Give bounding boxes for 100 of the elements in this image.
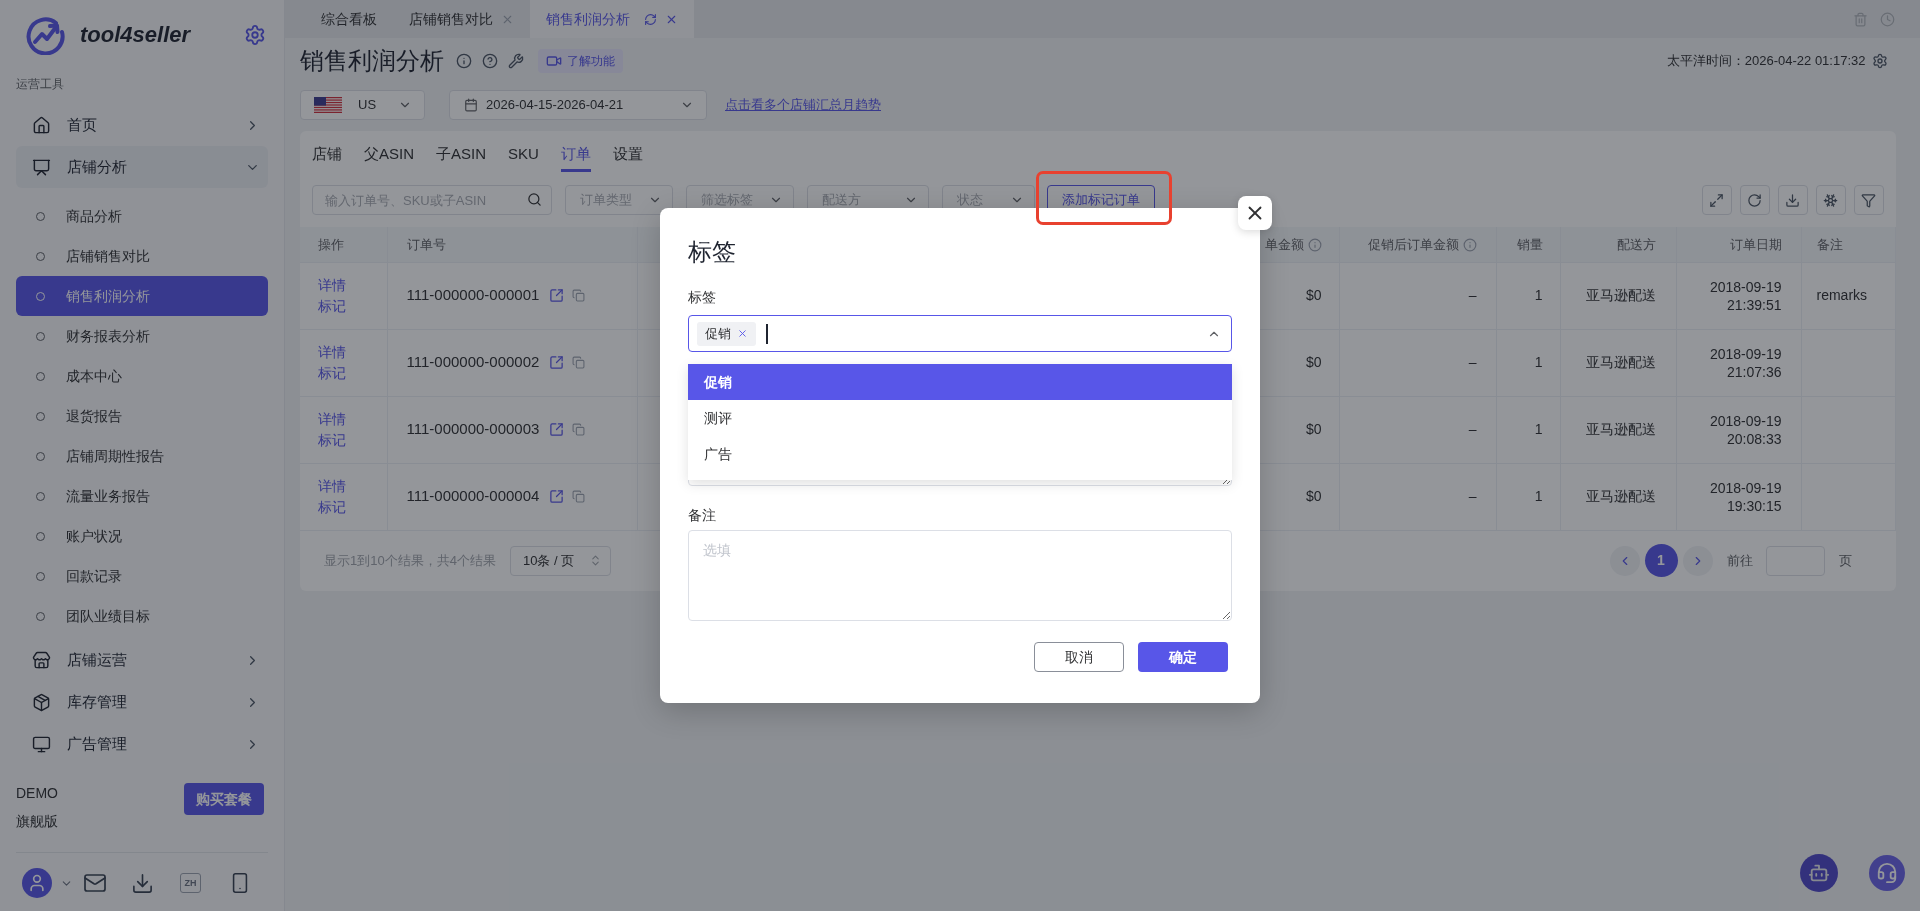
action-link[interactable]: 标记 bbox=[318, 429, 346, 451]
nav-item[interactable]: 首页 bbox=[16, 104, 268, 146]
copy-icon[interactable] bbox=[572, 490, 586, 503]
section-tab[interactable]: SKU bbox=[508, 143, 539, 172]
tag-select[interactable]: 促销 bbox=[688, 315, 1232, 352]
nav-item[interactable]: 库存管理 bbox=[16, 681, 268, 723]
page-tab[interactable]: 综合看板 bbox=[305, 0, 393, 38]
buy-plan-button[interactable]: 购买套餐 bbox=[184, 783, 264, 815]
nav-subitem[interactable]: 店铺销售对比 bbox=[16, 236, 268, 276]
table-cell: 2018-09-19 21:39:51 bbox=[1676, 262, 1801, 329]
nav-subitem[interactable]: 销售利润分析 bbox=[16, 276, 268, 316]
headset-icon bbox=[1876, 862, 1898, 884]
plan-name-label: DEMO bbox=[16, 784, 58, 803]
close-button[interactable] bbox=[1238, 196, 1272, 230]
nav-item[interactable]: 店铺运营 bbox=[16, 639, 268, 681]
external-link-icon[interactable] bbox=[549, 489, 565, 504]
learn-feature-button[interactable]: 了解功能 bbox=[538, 49, 623, 73]
timezone-clock: 太平洋时间：2026-04-22 01:17:32 bbox=[1666, 52, 1866, 71]
copy-icon[interactable] bbox=[572, 289, 586, 302]
order-number: 111-000000-000003 bbox=[406, 419, 540, 440]
action-link[interactable]: 标记 bbox=[318, 295, 346, 317]
nav-subitem[interactable]: 财务报表分析 bbox=[16, 316, 268, 356]
mail-icon[interactable] bbox=[83, 871, 107, 895]
tag-chip[interactable]: 促销 bbox=[697, 321, 756, 346]
refresh-icon[interactable] bbox=[644, 12, 657, 26]
text-cursor bbox=[766, 323, 768, 344]
action-link[interactable]: 标记 bbox=[318, 496, 346, 518]
dropdown-option[interactable]: 促销 bbox=[688, 364, 1232, 400]
toolbar-button[interactable] bbox=[1701, 185, 1732, 215]
summary-trend-link[interactable]: 点击看多个店铺汇总月趋势 bbox=[725, 95, 881, 115]
download-icon bbox=[1785, 192, 1800, 208]
language-button[interactable]: ZH bbox=[180, 873, 201, 893]
goto-label: 前往 bbox=[1726, 551, 1753, 570]
field-label: 备注 bbox=[688, 506, 717, 525]
action-link[interactable]: 标记 bbox=[318, 362, 346, 384]
remarks-field[interactable]: 选填 bbox=[688, 530, 1232, 621]
marketplace-select[interactable]: US bbox=[300, 90, 425, 120]
avatar-icon[interactable] bbox=[22, 868, 52, 898]
settings-icon[interactable] bbox=[244, 24, 266, 46]
remove-icon[interactable] bbox=[737, 328, 748, 339]
section-tab[interactable]: 设置 bbox=[612, 143, 643, 172]
filter-icon bbox=[1861, 192, 1876, 208]
action-link[interactable]: 详情 bbox=[318, 341, 346, 363]
date-range-select[interactable]: 2026-04-15-2026-04-21 bbox=[449, 90, 707, 120]
section-tab[interactable]: 子ASIN bbox=[436, 143, 487, 172]
home-icon bbox=[32, 115, 51, 135]
section-tab[interactable]: 店铺 bbox=[312, 143, 342, 172]
info-icon[interactable] bbox=[1462, 237, 1477, 252]
dropdown-option[interactable]: 测评 bbox=[688, 400, 1232, 436]
help-icon[interactable] bbox=[482, 53, 498, 69]
info-icon[interactable] bbox=[456, 53, 472, 69]
table-cell: 1 bbox=[1496, 262, 1560, 329]
confirm-button[interactable]: 确定 bbox=[1138, 642, 1228, 672]
nav-subitem[interactable]: 商品分析 bbox=[16, 196, 268, 236]
search-icon[interactable] bbox=[527, 192, 542, 207]
section-tab[interactable]: 父ASIN bbox=[364, 143, 414, 172]
copy-icon[interactable] bbox=[572, 356, 586, 369]
column-header: 促销后订单金额 bbox=[1367, 235, 1459, 254]
copy-icon[interactable] bbox=[572, 423, 586, 436]
nav-item[interactable]: 广告管理 bbox=[16, 723, 268, 765]
nav-subitem[interactable]: 店铺周期性报告 bbox=[16, 436, 268, 476]
dropdown-option[interactable]: 广告 bbox=[688, 436, 1232, 472]
monitor-icon bbox=[32, 734, 51, 754]
download-icon[interactable] bbox=[131, 871, 154, 895]
section-tab[interactable]: 订单 bbox=[560, 143, 591, 172]
toolbar-button[interactable] bbox=[1815, 185, 1846, 215]
nav-subitem[interactable]: 退货报告 bbox=[16, 396, 268, 436]
nav-item[interactable]: 店铺分析 bbox=[16, 146, 268, 188]
nav-subitem[interactable]: 流量业务报告 bbox=[16, 476, 268, 516]
nav-subitem[interactable]: 团队业绩目标 bbox=[16, 596, 268, 636]
nav-subitem[interactable]: 账户状况 bbox=[16, 516, 268, 556]
nav-subitem[interactable]: 回款记录 bbox=[16, 556, 268, 596]
nav-subitem[interactable]: 成本中心 bbox=[16, 356, 268, 396]
settings-icon[interactable] bbox=[1871, 53, 1888, 69]
brand-name: tool4seller bbox=[80, 21, 191, 49]
action-link[interactable]: 详情 bbox=[318, 475, 346, 497]
action-link[interactable]: 详情 bbox=[318, 274, 346, 296]
toolbar-button[interactable] bbox=[1739, 185, 1770, 215]
section-label: 运营工具 bbox=[16, 76, 65, 93]
table-cell: 亚马逊配送 bbox=[1560, 396, 1676, 463]
table-cell: 亚马逊配送 bbox=[1560, 463, 1676, 530]
page-size-select[interactable]: 10条 / 页 bbox=[509, 545, 611, 576]
info-icon[interactable] bbox=[1307, 237, 1322, 252]
toolbar-button[interactable] bbox=[1777, 185, 1808, 215]
page-number[interactable]: 1 bbox=[1644, 544, 1678, 577]
action-link[interactable]: 详情 bbox=[318, 408, 346, 430]
external-link-icon[interactable] bbox=[549, 422, 565, 437]
external-link-icon[interactable] bbox=[549, 288, 565, 303]
cancel-button[interactable]: 取消 bbox=[1034, 642, 1124, 672]
table-cell: 亚马逊配送 bbox=[1560, 329, 1676, 396]
page-tab[interactable]: 销售利润分析 bbox=[530, 0, 694, 38]
page-tab[interactable]: 店铺销售对比 bbox=[393, 0, 530, 38]
toolbar-button[interactable] bbox=[1853, 185, 1884, 215]
package-icon bbox=[32, 692, 51, 712]
column-header: 备注 bbox=[1816, 235, 1843, 254]
wrench-icon[interactable] bbox=[508, 53, 524, 69]
page-suffix: 页 bbox=[1838, 551, 1852, 570]
external-link-icon[interactable] bbox=[549, 355, 565, 370]
column-header: 单金额 bbox=[1264, 235, 1304, 254]
calendar-icon bbox=[464, 98, 478, 112]
